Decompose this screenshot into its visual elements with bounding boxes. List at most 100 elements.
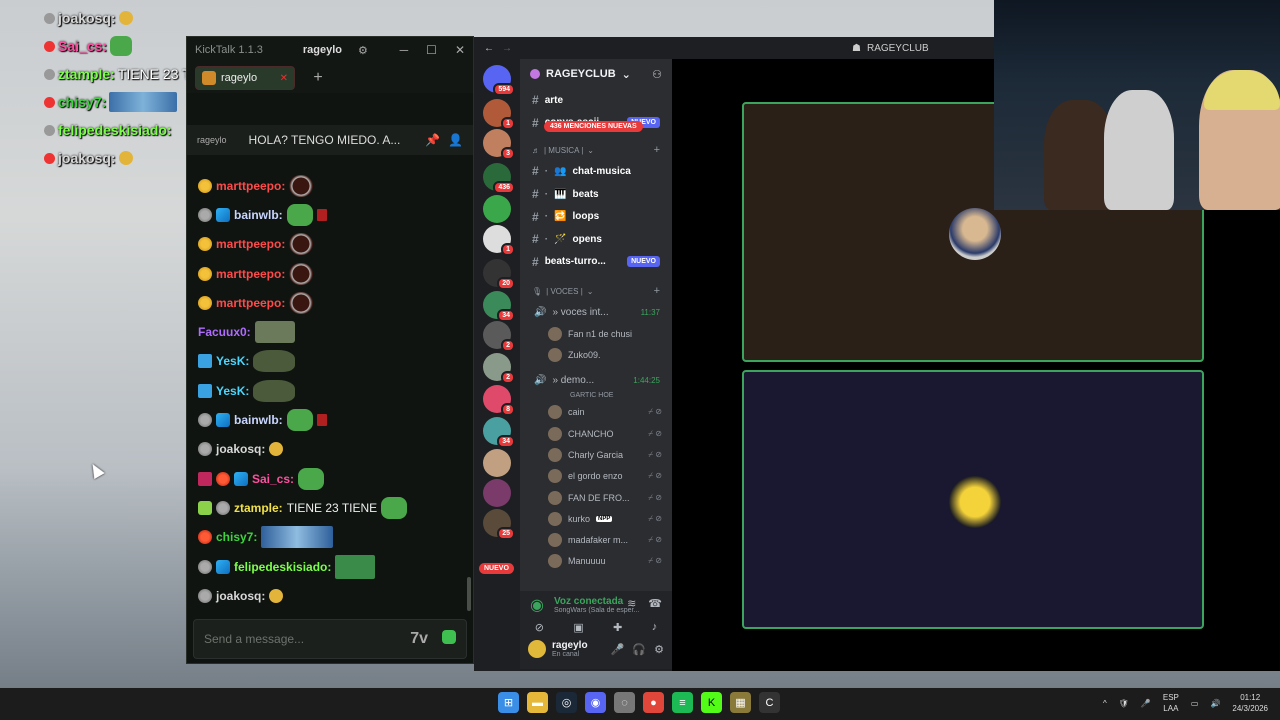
minimize-icon[interactable]: ─ — [400, 43, 409, 57]
signal-icon[interactable]: ◉ — [530, 595, 544, 615]
noise-suppression-icon[interactable]: ≋ — [627, 597, 636, 610]
server-icon[interactable]: 34 — [483, 417, 515, 448]
chat-message[interactable]: marttpeepo: — [187, 259, 473, 288]
user-icon[interactable]: 👤 — [448, 133, 463, 147]
chat-message[interactable]: bainwlb: — [187, 200, 473, 229]
chat-message[interactable]: marttpeepo: — [187, 230, 473, 259]
clock[interactable]: 01:12 24/3/2026 — [1232, 692, 1268, 714]
chat-scrollbar[interactable] — [467, 577, 471, 611]
server-header[interactable]: RAGEYCLUB ⌄ ⚇ — [520, 59, 672, 89]
steam-icon[interactable]: ◎ — [556, 692, 577, 713]
server-icon[interactable] — [483, 449, 511, 477]
message-input[interactable] — [204, 632, 374, 646]
forward-arrow-icon[interactable]: → — [502, 43, 512, 54]
chat-username[interactable]: felipedeskisiado: — [234, 560, 331, 574]
chat-username[interactable]: marttpeepo: — [216, 296, 285, 310]
soundboard-icon[interactable]: ♪ — [652, 621, 658, 645]
chat-username[interactable]: marttpeepo: — [216, 267, 285, 281]
pin-icon[interactable]: 📌 — [425, 133, 440, 147]
voice-member[interactable]: el gordo enzo ⌿ ⊘ — [520, 466, 672, 487]
voice-channel-1[interactable]: 🔊 » voces int... 11:37 — [520, 301, 672, 323]
chat-message[interactable]: bainwlb: — [187, 405, 473, 434]
voice-member[interactable]: Zuko09. — [520, 344, 672, 365]
chat-message[interactable]: YesK: — [187, 376, 473, 405]
server-icon[interactable]: 1 — [483, 99, 515, 130]
channel-arte[interactable]: # arte — [520, 89, 672, 112]
game-icon[interactable]: ▦ — [730, 692, 751, 713]
chat-message[interactable]: marttpeepo: — [187, 288, 473, 317]
chat-username[interactable]: marttpeepo: — [216, 237, 285, 251]
volume-icon[interactable]: 🔊 — [1210, 699, 1220, 708]
server-icon[interactable] — [483, 479, 511, 507]
voice-member[interactable]: CHANCHO ⌿ ⊘ — [520, 423, 672, 444]
server-icon[interactable]: 1 — [483, 225, 515, 256]
activities-icon[interactable]: ✚ — [613, 621, 622, 645]
start-icon[interactable]: ⊞ — [498, 692, 519, 713]
language-indicator[interactable]: ESP LAA — [1163, 692, 1179, 714]
chat-username[interactable]: YesK: — [216, 354, 249, 368]
chat-message[interactable]: Facuux0: — [187, 317, 473, 346]
category-voces[interactable]: 🎙 | VOCES | ⌄ + — [520, 281, 672, 301]
close-tab-icon[interactable]: ✕ — [280, 73, 288, 84]
server-icon[interactable]: 2 — [483, 321, 515, 352]
titlebar-username[interactable]: rageylo — [303, 44, 342, 56]
display-icon[interactable]: ▭ — [1191, 699, 1199, 708]
server-icon[interactable]: 3 — [483, 129, 515, 160]
channel-loops[interactable]: # · 🔁 loops — [520, 205, 672, 228]
category-musica[interactable]: ♬ | MUSICA | ⌄ + — [520, 140, 672, 160]
add-tab-button[interactable]: + — [305, 66, 331, 90]
voice-member[interactable]: cain ⌿ ⊘ — [520, 402, 672, 423]
chevron-up-icon[interactable]: ^ — [1103, 699, 1107, 708]
chat-message[interactable]: joakosq: — [187, 581, 473, 610]
chat-message[interactable]: felipedeskisiado: — [187, 552, 473, 581]
mic-icon[interactable]: 🎤 — [1141, 699, 1151, 708]
server-icon[interactable]: 34 — [483, 291, 515, 322]
voice-member[interactable]: FAN DE FRO... ⌿ ⊘ — [520, 487, 672, 508]
server-icon[interactable]: 436 — [483, 163, 515, 194]
kick-emote-icon[interactable] — [442, 630, 456, 644]
chat-message[interactable]: joakosq: — [187, 435, 473, 464]
chat-username[interactable]: ztample: — [234, 501, 283, 515]
maximize-icon[interactable]: ☐ — [426, 43, 437, 57]
chat-message[interactable]: YesK: — [187, 347, 473, 376]
server-icon[interactable]: 20 — [483, 259, 515, 290]
voice-member[interactable]: madafaker m... ⌿ ⊘ — [520, 530, 672, 551]
discord-icon[interactable]: ◉ — [585, 692, 606, 713]
chrome-icon[interactable]: ● — [643, 692, 664, 713]
kick-icon[interactable]: K — [701, 692, 722, 713]
voice-channel-2[interactable]: 🔊 » demo... 1:44:25 — [520, 370, 672, 392]
tab-rageylo[interactable]: rageylo ✕ — [195, 66, 295, 90]
back-arrow-icon[interactable]: ← — [484, 43, 494, 54]
chat-username[interactable]: joakosq: — [216, 589, 265, 603]
pinned-message[interactable]: rageylo HOLA? TENGO MIEDO. A... 📌 👤 — [187, 125, 473, 155]
folder-icon[interactable]: ▬ — [527, 692, 548, 713]
disconnect-icon[interactable]: ☎ — [648, 597, 662, 610]
add-channel-icon[interactable]: + — [654, 144, 660, 156]
chat-username[interactable]: bainwlb: — [234, 208, 283, 222]
chat-username[interactable]: Facuux0: — [198, 325, 251, 339]
server-icon[interactable]: 25 — [483, 509, 515, 540]
server-icon[interactable] — [483, 195, 511, 223]
invite-icon[interactable]: ⚇ — [652, 68, 662, 81]
chat-username[interactable]: Sai_cs: — [252, 472, 294, 486]
chat-username[interactable]: bainwlb: — [234, 413, 283, 427]
chat-message[interactable]: marttpeepo: — [187, 171, 473, 200]
channel-beats-turro[interactable]: # beats-turro... NUEVO — [520, 251, 672, 274]
chat-username[interactable]: YesK: — [216, 384, 249, 398]
voice-member[interactable]: Charly Garcia ⌿ ⊘ — [520, 444, 672, 465]
channel-opens[interactable]: # · 🪄 opens — [520, 228, 672, 251]
server-icon[interactable]: 8 — [483, 385, 515, 416]
voice-member[interactable]: kurko NPP ⌿ ⊘ — [520, 508, 672, 529]
chrome-alt-icon[interactable]: ◌ — [614, 692, 635, 713]
settings-gear-icon[interactable]: ⚙ — [358, 44, 368, 57]
add-channel-icon[interactable]: + — [654, 285, 660, 297]
chat-message[interactable]: ztample: TIENE 23 TIENE — [187, 493, 473, 522]
voice-member[interactable]: Manuuuu ⌿ ⊘ — [520, 551, 672, 572]
chat-username[interactable]: marttpeepo: — [216, 179, 285, 193]
channel-chat-musica[interactable]: # · 👥 chat-musica — [520, 160, 672, 183]
chat-username[interactable]: joakosq: — [216, 442, 265, 456]
chat-message[interactable]: Sai_cs: — [187, 464, 473, 493]
shield-icon[interactable]: 🛡 — [1119, 699, 1129, 708]
screen-share-icon[interactable]: ▣ — [573, 621, 583, 645]
server-icon[interactable]: 2 — [483, 353, 515, 384]
